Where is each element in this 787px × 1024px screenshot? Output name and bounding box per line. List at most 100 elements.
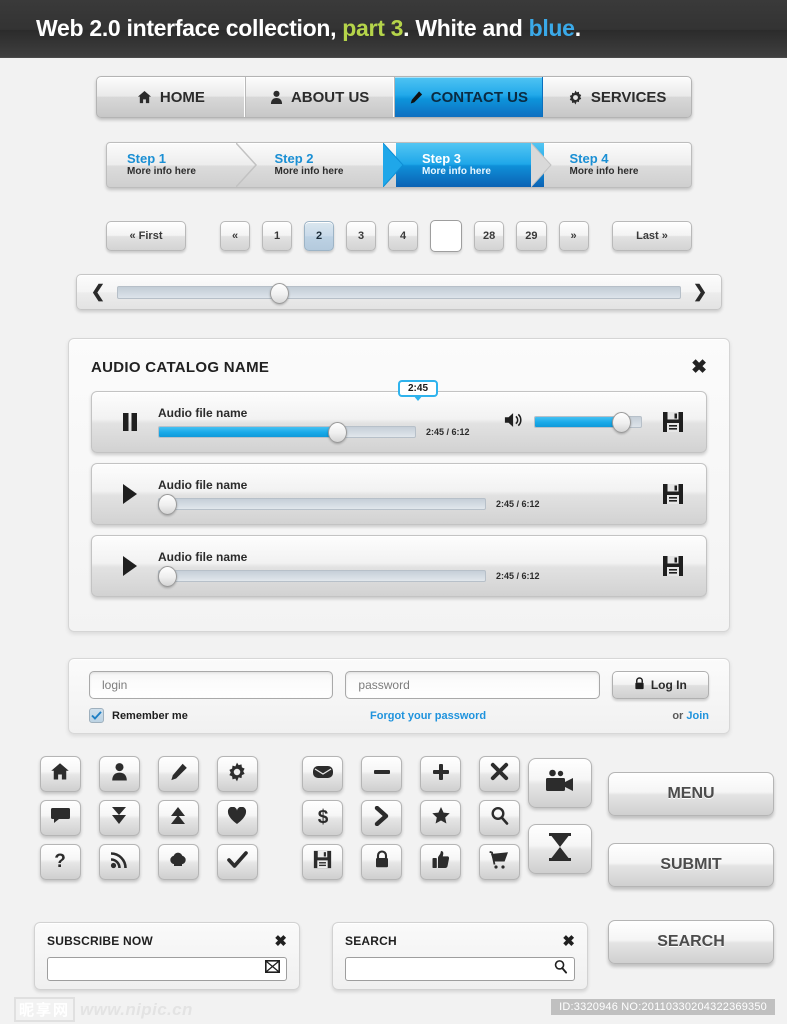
submit-button[interactable]: SUBMIT xyxy=(608,843,774,887)
pagination-page-input[interactable] xyxy=(430,220,462,252)
lock-icon-button[interactable] xyxy=(361,844,403,880)
audio-progress-thumb[interactable] xyxy=(158,494,177,515)
gear-icon-button[interactable] xyxy=(216,756,258,792)
close-icon-button[interactable] xyxy=(479,756,520,792)
volume-thumb[interactable] xyxy=(612,412,632,433)
pagination-page-1[interactable]: 1 xyxy=(262,221,292,251)
scroll-left-icon[interactable]: ❮ xyxy=(87,282,109,302)
close-icon[interactable]: ✖ xyxy=(562,934,575,949)
login-input[interactable]: login xyxy=(89,671,334,699)
audio-progress-track[interactable] xyxy=(158,494,486,515)
volume-fill xyxy=(535,417,620,427)
remember-me-checkbox[interactable] xyxy=(89,708,104,723)
magnifier-icon[interactable] xyxy=(553,959,568,979)
nav-item-services[interactable]: SERVICES xyxy=(543,77,691,117)
volume-track[interactable] xyxy=(534,412,642,433)
nav-item-about-us[interactable]: ABOUT US xyxy=(246,77,395,117)
login-button-label: Log In xyxy=(650,678,687,692)
scrollbar-thumb[interactable] xyxy=(269,282,289,304)
search-button[interactable]: SEARCH xyxy=(608,920,774,964)
pagination-page-29[interactable]: 29 xyxy=(516,221,547,251)
cloud-icon-button[interactable] xyxy=(157,844,199,880)
step-title: Step 3 xyxy=(422,150,462,166)
step-subtitle: More info here xyxy=(569,166,639,178)
password-input[interactable]: password xyxy=(345,671,600,699)
chevron-right-icon xyxy=(530,143,557,187)
subscribe-input[interactable] xyxy=(47,957,287,981)
dollar-icon: $ xyxy=(316,806,330,831)
arrow-right-icon-button[interactable] xyxy=(361,800,403,836)
audio-progress-track[interactable] xyxy=(158,566,486,587)
step-breadcrumb: Step 1 More info here Step 2 More info h… xyxy=(106,142,692,188)
star-icon-button[interactable] xyxy=(420,800,462,836)
video-camera-icon-button[interactable] xyxy=(528,758,592,808)
step-subtitle: More info here xyxy=(274,166,344,178)
save-icon[interactable] xyxy=(656,555,690,577)
pagination-page-3[interactable]: 3 xyxy=(346,221,376,251)
download-icon-button[interactable] xyxy=(98,800,140,836)
thumbs-up-icon-button[interactable] xyxy=(420,844,462,880)
cart-icon-button[interactable] xyxy=(479,844,520,880)
join-link[interactable]: Join xyxy=(686,710,709,722)
mail-icon-button[interactable] xyxy=(302,756,344,792)
pause-icon[interactable] xyxy=(108,412,152,432)
audio-progress-thumb[interactable] xyxy=(158,566,177,587)
envelope-icon[interactable] xyxy=(265,960,280,978)
home-icon-button[interactable] xyxy=(40,756,81,792)
step-item-3[interactable]: Step 3 More info here xyxy=(396,143,552,187)
step-item-2[interactable]: Step 2 More info here xyxy=(249,143,404,187)
save-icon[interactable] xyxy=(656,411,690,433)
scrollbar-track[interactable] xyxy=(117,282,681,304)
menu-button[interactable]: MENU xyxy=(608,772,774,816)
nav-item-home[interactable]: HOME xyxy=(97,77,246,117)
pagination-first-button[interactable]: « First xyxy=(106,221,186,251)
pencil-icon-button[interactable] xyxy=(157,756,199,792)
pagination-page-28[interactable]: 28 xyxy=(474,221,505,251)
close-icon[interactable]: ✖ xyxy=(691,358,707,377)
subscribe-title: SUBSCRIBE NOW xyxy=(47,934,153,948)
login-button[interactable]: Log In xyxy=(611,671,709,699)
audio-track-row: Audio file name 2:45 / 6:12 xyxy=(91,535,707,597)
heart-icon-button[interactable] xyxy=(216,800,258,836)
title-segment-1: Web 2.0 interface collection, xyxy=(36,15,343,41)
title-segment-blue: blue xyxy=(528,15,575,41)
comment-icon-button[interactable] xyxy=(40,800,81,836)
title-segment-green: part 3 xyxy=(342,15,404,41)
help-icon-button[interactable]: ? xyxy=(40,844,81,880)
rss-icon-button[interactable] xyxy=(98,844,140,880)
pagination-page-4[interactable]: 4 xyxy=(388,221,418,251)
play-icon[interactable] xyxy=(108,555,152,577)
audio-progress-thumb[interactable] xyxy=(327,422,347,443)
forgot-password-link[interactable]: Forgot your password xyxy=(370,710,626,722)
search-icon-button[interactable] xyxy=(479,800,520,836)
step-item-4[interactable]: Step 4 More info here xyxy=(544,143,692,187)
or-label: or xyxy=(672,709,687,722)
scroll-right-icon[interactable]: ❯ xyxy=(689,282,711,302)
dollar-icon-button[interactable]: $ xyxy=(302,800,344,836)
nav-item-contact-us[interactable]: CONTACT US xyxy=(394,77,544,117)
speaker-icon[interactable] xyxy=(504,411,524,434)
rss-icon xyxy=(110,850,129,874)
step-item-1[interactable]: Step 1 More info here xyxy=(107,143,257,187)
user-icon xyxy=(270,90,283,105)
play-icon[interactable] xyxy=(108,483,152,505)
pagination-next-button[interactable]: » xyxy=(558,221,589,251)
user-icon-button[interactable] xyxy=(98,756,140,792)
hourglass-icon-button[interactable] xyxy=(528,824,592,874)
chevron-right-icon xyxy=(234,143,262,187)
pagination-prev-button[interactable]: « xyxy=(220,221,250,251)
pagination-last-button[interactable]: Last » xyxy=(612,221,692,251)
check-icon-button[interactable] xyxy=(216,844,258,880)
plus-icon-button[interactable] xyxy=(420,756,462,792)
minus-icon-button[interactable] xyxy=(361,756,403,792)
save-icon-button[interactable] xyxy=(302,844,344,880)
icon-row-gap xyxy=(276,844,285,880)
audio-catalog-panel: AUDIO CATALOG NAME ✖ Audio file name 2:4… xyxy=(68,338,730,632)
close-icon[interactable]: ✖ xyxy=(274,934,287,949)
audio-panel-title: AUDIO CATALOG NAME xyxy=(91,358,270,376)
upload-icon-button[interactable] xyxy=(157,800,199,836)
save-icon[interactable] xyxy=(656,483,690,505)
pagination-page-2[interactable]: 2 xyxy=(304,221,334,251)
search-input[interactable] xyxy=(345,957,575,981)
audio-progress-track[interactable] xyxy=(158,422,416,443)
